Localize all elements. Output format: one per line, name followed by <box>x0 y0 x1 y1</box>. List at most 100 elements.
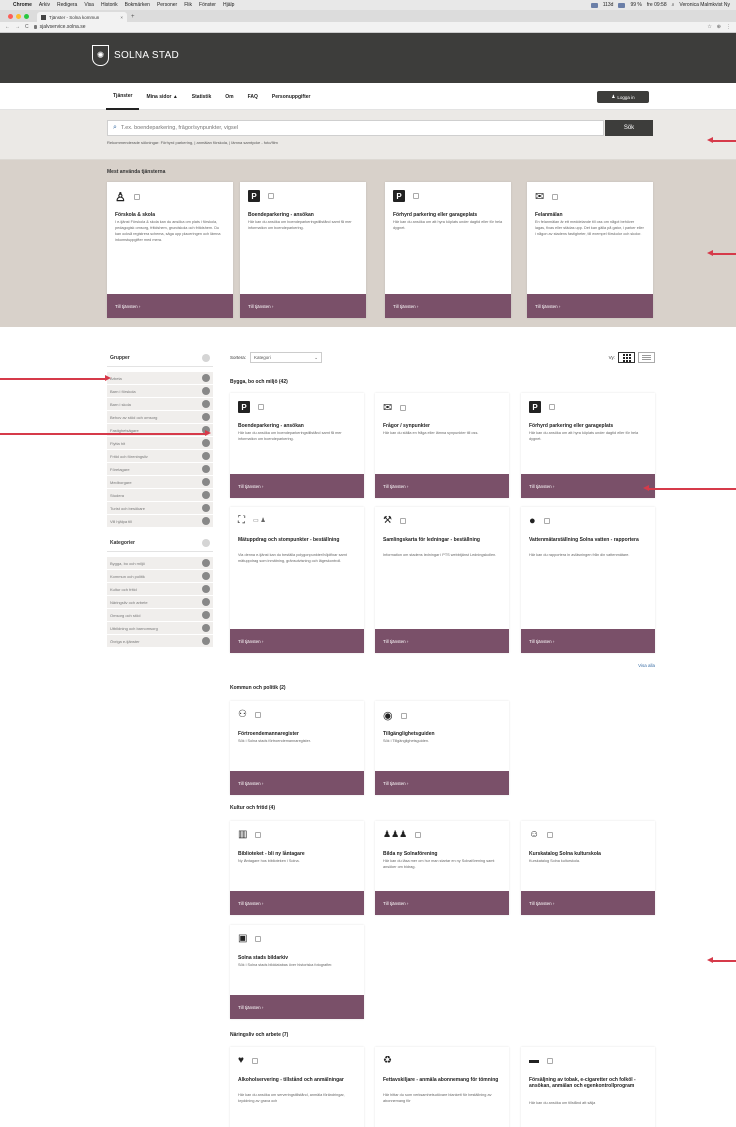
url-field[interactable]: sjalvservice.solna.se <box>33 24 703 30</box>
search-button[interactable]: Sök <box>605 120 653 136</box>
category-naringsliv[interactable]: Näringsliv och arbete <box>107 596 213 609</box>
card-cta[interactable]: Till tjänsten › <box>107 294 233 318</box>
service-card-fragor[interactable]: ✉ Frågor / synpunkter Här kan du ställa … <box>375 393 509 498</box>
menu-flik[interactable]: Flik <box>184 2 192 8</box>
card-cta[interactable]: Till tjänsten › <box>385 294 511 318</box>
service-card-fortroendemannaregister[interactable]: ⚇ Förtroendemannaregister Sök i Solna st… <box>230 701 364 795</box>
new-tab-icon[interactable]: + <box>131 12 135 22</box>
login-button[interactable]: ♟ Logga in <box>597 91 649 103</box>
menu-historik[interactable]: Historik <box>101 2 118 8</box>
menu-fonster[interactable]: Fönster <box>199 2 216 8</box>
card-cta[interactable]: Till tjänsten › <box>521 474 655 498</box>
group-arbeta[interactable]: Arbeta <box>107 372 213 385</box>
menu-dots-icon[interactable]: ⋮ <box>726 24 731 30</box>
list-view-button[interactable] <box>638 352 655 363</box>
back-icon[interactable]: ← <box>5 24 10 30</box>
category-utbildning[interactable]: Utbildning och barnomsorg <box>107 622 213 635</box>
service-card-alkoholservering[interactable]: ♥ Alkoholservering - tillstånd och anmäl… <box>230 1047 364 1127</box>
service-card-vattenmatare[interactable]: ● Vattenmätarställning Solna vatten - ra… <box>521 507 655 653</box>
group-flytta-hit[interactable]: Flytta hit <box>107 437 213 450</box>
category-bygga[interactable]: Bygga, bo och miljö <box>107 557 213 570</box>
reload-icon[interactable]: C <box>25 24 29 30</box>
popular-card-forhyrd-parkering[interactable]: P Förhyrd parkering eller garageplats Hä… <box>385 182 511 318</box>
minimize-window-icon[interactable] <box>16 13 21 19</box>
forward-icon[interactable]: → <box>15 24 20 30</box>
group-fastighetsagare[interactable]: Fastighetsägare <box>107 424 213 437</box>
service-card-forhyrd[interactable]: P Förhyrd parkering eller garageplats Hä… <box>521 393 655 498</box>
card-cta[interactable]: Till tjänsten › <box>375 474 509 498</box>
service-card-tillganglighetsguiden[interactable]: ◉ Tillgänglighetsguiden Sök i Tillgängli… <box>375 701 509 795</box>
card-cta[interactable]: Till tjänsten › <box>521 629 655 653</box>
service-card-samlingskarta[interactable]: ⚒ Samlingskarta för ledningar - beställn… <box>375 507 509 653</box>
service-card-matuppdrag[interactable]: ⛶ ▭ ♟ Mätuppdrag och stompunkter - bestäl… <box>230 507 364 653</box>
service-card-tobak[interactable]: ▬ Försäljning av tobak, e-cigaretter och… <box>521 1047 655 1127</box>
card-cta[interactable]: Till tjänsten › <box>521 891 655 915</box>
nav-faq[interactable]: FAQ <box>241 83 265 110</box>
group-turist[interactable]: Turist och besökare <box>107 502 213 515</box>
category-omsorg[interactable]: Omsorg och stöd <box>107 609 213 622</box>
nav-mina-sidor[interactable]: Mina sidor ▲ <box>139 83 184 110</box>
card-cta[interactable]: Till tjänsten › <box>375 629 509 653</box>
nav-statistik[interactable]: Statistik <box>185 83 218 110</box>
search-input[interactable] <box>120 125 598 131</box>
nav-tjanster[interactable]: Tjänster <box>106 83 140 110</box>
popular-card-felanmalan[interactable]: ✉ Felanmälan En felanmälan är ett meddel… <box>527 182 653 318</box>
card-cta[interactable]: Till tjänsten › <box>230 771 364 795</box>
menu-arkiv[interactable]: Arkiv <box>39 2 50 8</box>
grid-view-button[interactable] <box>618 352 635 363</box>
spotlight-icon[interactable]: ⌕ <box>672 2 675 8</box>
card-cta[interactable]: Till tjänsten › <box>527 294 653 318</box>
menu-visa[interactable]: Visa <box>84 2 94 8</box>
maximize-window-icon[interactable] <box>24 13 29 19</box>
group-medborgare[interactable]: Medborgare <box>107 476 213 489</box>
collapse-icon[interactable] <box>202 353 210 362</box>
menu-bokmarken[interactable]: Bokmärken <box>125 2 150 8</box>
site-logo[interactable]: ✺ SOLNA STAD <box>92 45 179 66</box>
wifi-icon[interactable] <box>618 2 626 8</box>
menu-hjalp[interactable]: Hjälp <box>223 2 234 8</box>
card-cta[interactable]: Till tjänsten › <box>230 629 364 653</box>
group-foretagare[interactable]: Företagare <box>107 463 213 476</box>
service-card-bildarkiv[interactable]: ▣ Solna stads bildarkiv Sök i Solna stad… <box>230 925 364 1019</box>
card-cta[interactable]: Till tjänsten › <box>240 294 366 318</box>
close-tab-icon[interactable]: × <box>120 15 123 20</box>
card-cta[interactable]: Till tjänsten › <box>230 474 364 498</box>
category-ovriga[interactable]: Övriga e-tjänster <box>107 635 213 648</box>
group-barn-forskola[interactable]: Barn i förskola <box>107 385 213 398</box>
show-all-link[interactable]: Visa alla <box>638 663 655 668</box>
group-barn-skola[interactable]: Barn i skola <box>107 398 213 411</box>
category-kommun[interactable]: Kommun och politik <box>107 570 213 583</box>
search-suggestions[interactable]: Rekommenderade sökningar: Förhyrd parker… <box>107 140 278 145</box>
nav-personuppgifter[interactable]: Personuppgifter <box>265 83 318 110</box>
bookmark-star-icon[interactable]: ☆ <box>707 24 711 30</box>
menu-redigera[interactable]: Redigera <box>57 2 77 8</box>
card-cta[interactable]: Till tjänsten › <box>375 891 509 915</box>
card-cta[interactable]: Till tjänsten › <box>230 995 364 1019</box>
collapse-icon[interactable] <box>202 538 210 547</box>
groups-header[interactable]: Grupper <box>107 349 213 367</box>
service-card-biblioteket[interactable]: ▥ Biblioteket - bli ny låntagare Ny lånt… <box>230 821 364 915</box>
category-kultur[interactable]: Kultur och fritid <box>107 583 213 596</box>
service-card-kurskatalog[interactable]: ☺ Kurskatalog Solna kulturskola Kurskata… <box>521 821 655 915</box>
close-window-icon[interactable] <box>8 13 13 19</box>
categories-header[interactable]: Kategorier <box>107 534 213 552</box>
group-vill-hjalpa[interactable]: Vill hjälpa till <box>107 515 213 528</box>
sort-select[interactable]: Kategori ⌄ <box>250 352 323 363</box>
card-cta[interactable]: Till tjänsten › <box>230 891 364 915</box>
group-studera[interactable]: Studera <box>107 489 213 502</box>
popular-card-forskola[interactable]: ♙ Förskola & skola I e-tjänst Förskola &… <box>107 182 233 318</box>
browser-tab[interactable]: Tjänster - Solna kommun × <box>37 12 127 22</box>
service-card-fettavskiljare[interactable]: ♻ Fettavskiljare - anmäla abonnemang för… <box>375 1047 509 1127</box>
group-behov-av-stod[interactable]: Behov av stöd och omsorg <box>107 411 213 424</box>
extension-icon[interactable]: ⊕ <box>717 24 721 30</box>
nav-om[interactable]: Om <box>218 83 240 110</box>
status-clock[interactable]: fre 09:58 <box>647 2 667 8</box>
service-card-bilda-forening[interactable]: ♟♟♟ Bilda ny Solnaförening Här kan du lä… <box>375 821 509 915</box>
user-name[interactable]: Veronica Malmkvist Ny <box>679 2 730 8</box>
popular-card-boendeparkering[interactable]: P Boendeparkering - ansökan Här kan du a… <box>240 182 366 318</box>
menu-app[interactable]: Chrome <box>13 2 32 8</box>
card-cta[interactable]: Till tjänsten › <box>375 771 509 795</box>
service-card-boendeparkering[interactable]: P Boendeparkering - ansökan Här kan du a… <box>230 393 364 498</box>
group-fritid[interactable]: Fritid och föreningsliv <box>107 450 213 463</box>
menu-personer[interactable]: Personer <box>157 2 177 8</box>
